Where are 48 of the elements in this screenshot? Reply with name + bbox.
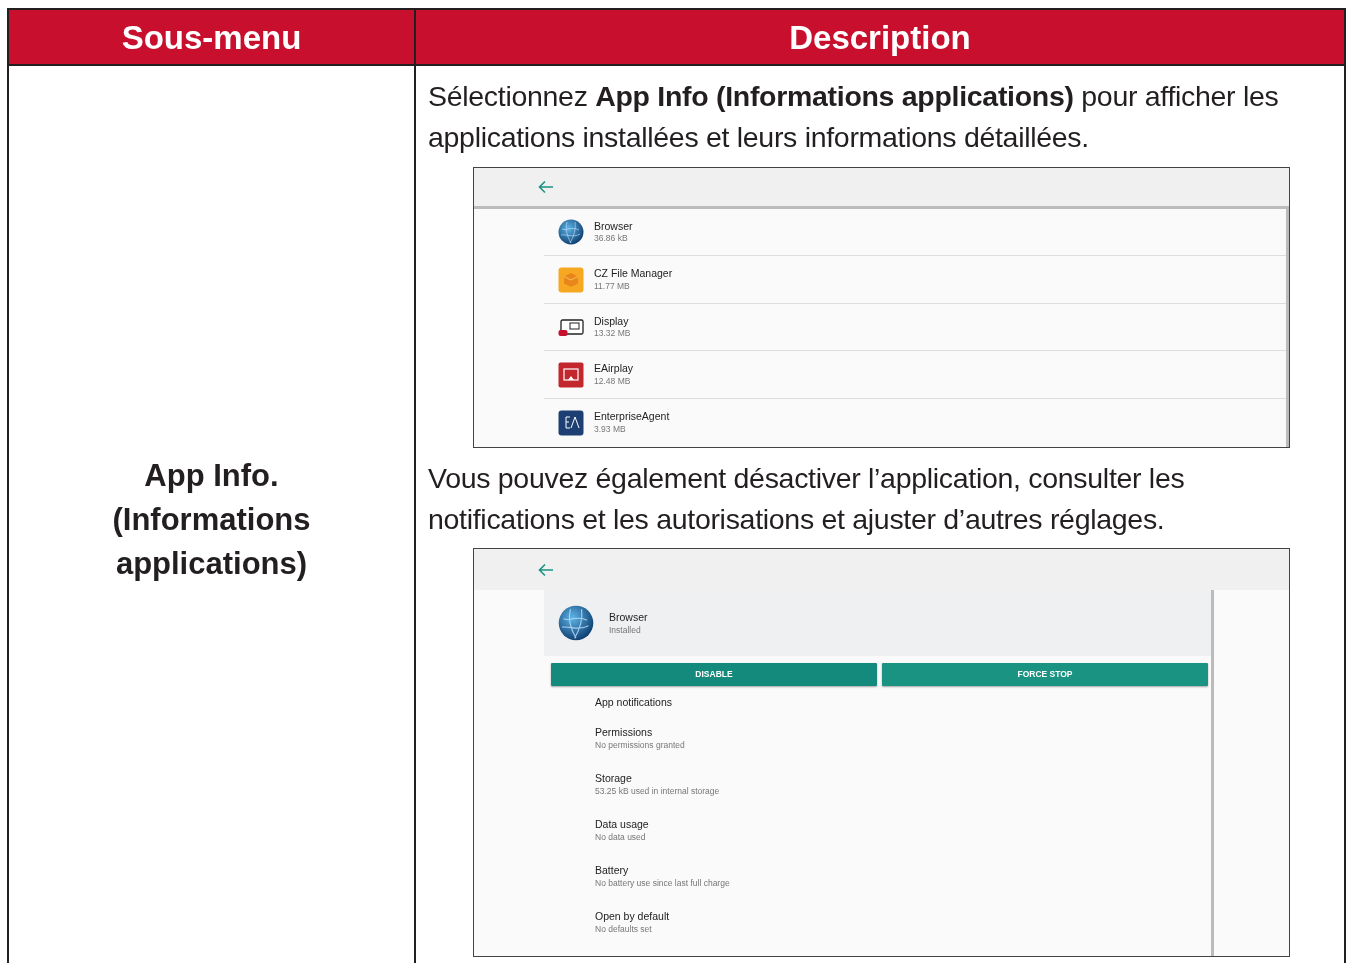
app-size: 11.77 MB bbox=[594, 280, 631, 292]
description-text: Sélectionnez App Info (Informations applications) pour afficher les applications installées et leurs informations détaillées. bbox=[428, 79, 1280, 156]
app-name: Browser bbox=[609, 610, 648, 625]
setting-summary: No data used bbox=[595, 831, 647, 843]
app-name: Browser bbox=[594, 219, 633, 234]
setting-summary: No permissions granted bbox=[595, 739, 686, 751]
column-header: Description bbox=[788, 18, 972, 58]
settings-item[interactable]: Storage 53.25 kB used in internal storage bbox=[595, 772, 1211, 819]
settings-item[interactable]: Battery No battery use since last full charge bbox=[595, 864, 1211, 911]
agent-logo-icon bbox=[558, 409, 584, 436]
app-status: Installed bbox=[609, 624, 642, 636]
back-arrow-icon bbox=[538, 562, 554, 577]
app-name: Display bbox=[594, 314, 630, 329]
setting-title: Open by default bbox=[595, 910, 671, 924]
app-list-item[interactable]: Display 13.32 MB bbox=[544, 303, 1286, 352]
airplay-icon bbox=[558, 361, 584, 388]
app-list-item[interactable]: EAirplay 12.48 MB bbox=[544, 351, 1286, 399]
setting-title: App notifications bbox=[595, 696, 674, 710]
settings-item[interactable]: App notifications bbox=[595, 696, 1211, 727]
setting-title: Battery bbox=[595, 864, 630, 878]
setting-title: Permissions bbox=[595, 726, 654, 740]
back-arrow-icon bbox=[538, 179, 554, 194]
app-name: EAirplay bbox=[594, 362, 634, 376]
action-button[interactable]: DISABLE bbox=[551, 663, 877, 687]
setting-summary: No defaults set bbox=[595, 923, 653, 935]
app-size: 36.86 kB bbox=[594, 233, 629, 245]
setting-title: Data usage bbox=[595, 818, 650, 832]
globe-icon bbox=[558, 605, 594, 642]
setting-summary: No battery use since last full charge bbox=[595, 877, 731, 889]
app-name: EnterpriseAgent bbox=[594, 410, 670, 425]
app-size: 12.48 MB bbox=[594, 376, 632, 388]
setting-title: Storage bbox=[595, 772, 633, 786]
column-header: Sous-menu bbox=[9, 10, 416, 64]
settings-item[interactable]: Permissions No permissions granted bbox=[595, 726, 1211, 773]
app-list-item[interactable]: EnterpriseAgent 3.93 MB bbox=[544, 399, 1286, 447]
setting-summary: 53.25 kB used in internal storage bbox=[595, 785, 721, 797]
description-text: Vous pouvez également désactiver l’application, consulter les notifications et les autorisations et ajuster d’autres réglages. bbox=[428, 460, 1186, 537]
action-button[interactable]: FORCE STOP bbox=[882, 663, 1208, 687]
app-size: 3.93 MB bbox=[594, 424, 627, 436]
settings-item[interactable]: Open by default No defaults set bbox=[595, 910, 1211, 957]
submenu-name: App Info. (Informations applications) bbox=[111, 456, 312, 583]
app-name: CZ File Manager bbox=[594, 267, 673, 281]
app-list-item[interactable]: Browser 36.86 kB bbox=[544, 208, 1286, 257]
app-list-item[interactable]: CZ File Manager 11.77 MB bbox=[544, 256, 1286, 304]
settings-item[interactable]: Data usage No data used bbox=[595, 818, 1211, 865]
box-icon bbox=[558, 266, 584, 293]
app-size: 13.32 MB bbox=[594, 328, 631, 340]
globe-icon bbox=[558, 218, 584, 245]
